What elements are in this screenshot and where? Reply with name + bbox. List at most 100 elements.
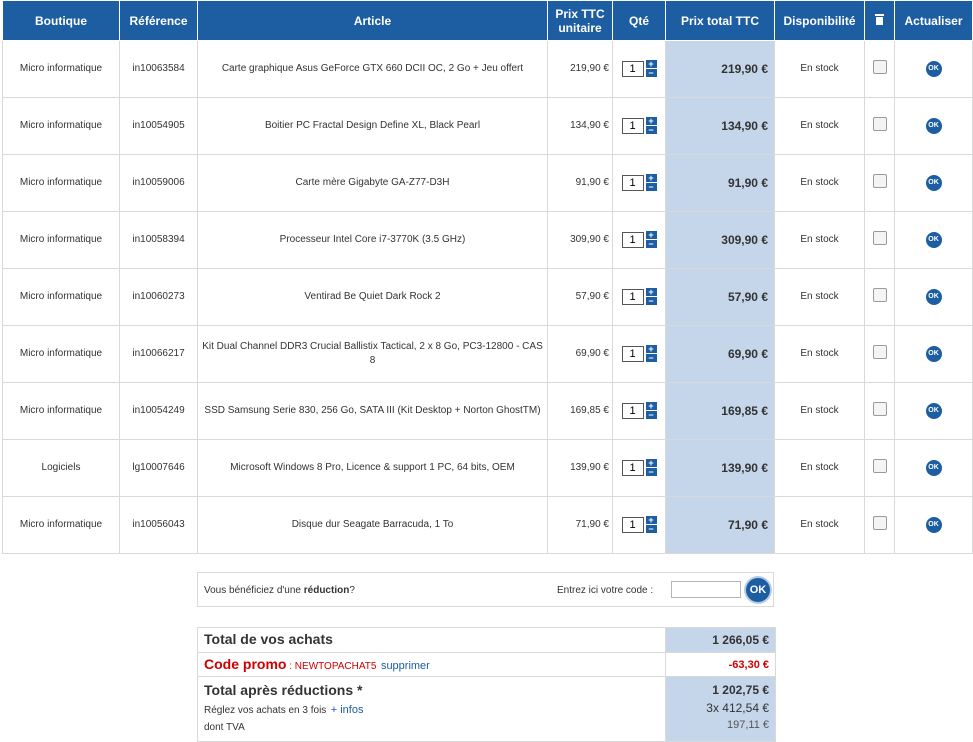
cell-article[interactable]: Boitier PC Fractal Design Define XL, Bla… — [197, 97, 548, 155]
increment-button[interactable]: + — [645, 174, 657, 183]
increment-button[interactable]: + — [645, 459, 657, 468]
increment-button[interactable]: + — [645, 516, 657, 525]
delete-checkbox[interactable] — [872, 230, 887, 245]
quantity-input[interactable] — [621, 346, 644, 362]
cell-quantity: + − — [612, 325, 666, 383]
cell-total-price: 169,85 € — [665, 382, 775, 440]
increment-button[interactable]: + — [645, 60, 657, 69]
cell-unit-price: 57,90 € — [547, 268, 613, 326]
cell-total-price: 134,90 € — [665, 97, 775, 155]
promo-remove-link[interactable]: supprimer — [381, 660, 430, 672]
decrement-button[interactable]: − — [645, 69, 657, 78]
cell-quantity: + − — [612, 154, 666, 212]
delete-checkbox[interactable] — [872, 515, 887, 530]
cell-article[interactable]: Kit Dual Channel DDR3 Crucial Ballistix … — [197, 325, 548, 383]
delete-checkbox[interactable] — [872, 458, 887, 473]
decrement-button[interactable]: − — [645, 240, 657, 249]
cell-quantity: + − — [612, 382, 666, 440]
quantity-stepper: + − — [621, 459, 657, 477]
promo-code-input[interactable] — [671, 581, 741, 598]
cell-availability: En stock — [774, 325, 865, 383]
cell-article[interactable]: Processeur Intel Core i7-3770K (3.5 GHz) — [197, 211, 548, 269]
header-update: Actualiser — [894, 0, 973, 41]
update-button[interactable]: OK — [925, 118, 942, 134]
increment-button[interactable]: + — [645, 117, 657, 126]
header-article: Article — [197, 0, 548, 41]
cell-unit-price: 169,85 € — [547, 382, 613, 440]
increment-button[interactable]: + — [645, 345, 657, 354]
delete-checkbox[interactable] — [872, 344, 887, 359]
update-button[interactable]: OK — [925, 232, 942, 248]
header-reference: Référence — [119, 0, 198, 41]
cell-article[interactable]: Carte mère Gigabyte GA-Z77-D3H — [197, 154, 548, 212]
cell-boutique: Micro informatique — [2, 40, 120, 98]
update-button[interactable]: OK — [925, 460, 942, 476]
cell-total-price: 91,90 € — [665, 154, 775, 212]
total-value: 1 266,05 € — [665, 627, 776, 653]
quantity-input[interactable] — [621, 232, 644, 248]
cell-update: OK — [894, 439, 973, 497]
update-button[interactable]: OK — [925, 346, 942, 362]
quantity-input[interactable] — [621, 403, 644, 419]
stepper-buttons: + − — [645, 60, 657, 78]
delete-checkbox[interactable] — [872, 116, 887, 131]
quantity-input[interactable] — [621, 460, 644, 476]
promo-code-value: NEWTOPACHAT5 — [294, 660, 377, 672]
decrement-button[interactable]: − — [645, 411, 657, 420]
cell-update: OK — [894, 382, 973, 440]
decrement-button[interactable]: − — [645, 126, 657, 135]
cell-delete — [864, 382, 895, 440]
delete-checkbox[interactable] — [872, 173, 887, 188]
after-discount-value: 1 202,75 € — [712, 683, 769, 697]
quantity-input[interactable] — [621, 175, 644, 191]
cell-article[interactable]: Ventirad Be Quiet Dark Rock 2 — [197, 268, 548, 326]
cell-update: OK — [894, 211, 973, 269]
update-button[interactable]: OK — [925, 403, 942, 419]
stepper-buttons: + − — [645, 345, 657, 363]
table-row: Micro informatique in10060273 Ventirad B… — [2, 268, 973, 326]
delete-checkbox[interactable] — [872, 287, 887, 302]
installments-label: Réglez vos achats en 3 fois — [204, 705, 327, 716]
cell-delete — [864, 97, 895, 155]
decrement-button[interactable]: − — [645, 183, 657, 192]
table-row: Logiciels lg10007646 Microsoft Windows 8… — [2, 439, 973, 497]
cell-availability: En stock — [774, 154, 865, 212]
decrement-button[interactable]: − — [645, 525, 657, 534]
promo-enter-label: Entrez ici votre code : — [557, 585, 654, 596]
cell-unit-price: 91,90 € — [547, 154, 613, 212]
decrement-button[interactable]: − — [645, 354, 657, 363]
table-row: Micro informatique in10066217 Kit Dual C… — [2, 325, 973, 383]
cell-update: OK — [894, 268, 973, 326]
cell-article[interactable]: Microsoft Windows 8 Pro, Licence & suppo… — [197, 439, 548, 497]
cell-delete — [864, 211, 895, 269]
decrement-button[interactable]: − — [645, 297, 657, 306]
summary-after-row: Total après réductions * Réglez vos acha… — [197, 676, 776, 742]
increment-button[interactable]: + — [645, 231, 657, 240]
quantity-input[interactable] — [621, 289, 644, 305]
increment-button[interactable]: + — [645, 402, 657, 411]
cell-article[interactable]: Disque dur Seagate Barracuda, 1 To — [197, 496, 548, 554]
update-button[interactable]: OK — [925, 289, 942, 305]
update-button[interactable]: OK — [925, 175, 942, 191]
cell-reference: in10054905 — [119, 97, 198, 155]
increment-button[interactable]: + — [645, 288, 657, 297]
quantity-input[interactable] — [621, 118, 644, 134]
table-row: Micro informatique in10063584 Carte grap… — [2, 40, 973, 98]
cell-article[interactable]: Carte graphique Asus GeForce GTX 660 DCI… — [197, 40, 548, 98]
installments-info-link[interactable]: + infos — [331, 704, 364, 716]
promo-separator: : — [286, 660, 295, 672]
cell-article[interactable]: SSD Samsung Serie 830, 256 Go, SATA III … — [197, 382, 548, 440]
header-quantity: Qté — [612, 0, 666, 41]
quantity-input[interactable] — [621, 517, 644, 533]
update-button[interactable]: OK — [925, 517, 942, 533]
quantity-stepper: + − — [621, 345, 657, 363]
update-button[interactable]: OK — [925, 61, 942, 77]
delete-checkbox[interactable] — [872, 401, 887, 416]
cell-reference: in10059006 — [119, 154, 198, 212]
cell-boutique: Micro informatique — [2, 154, 120, 212]
cell-total-price: 309,90 € — [665, 211, 775, 269]
quantity-input[interactable] — [621, 61, 644, 77]
delete-checkbox[interactable] — [872, 59, 887, 74]
decrement-button[interactable]: − — [645, 468, 657, 477]
promo-ok-button[interactable]: OK — [746, 578, 770, 602]
